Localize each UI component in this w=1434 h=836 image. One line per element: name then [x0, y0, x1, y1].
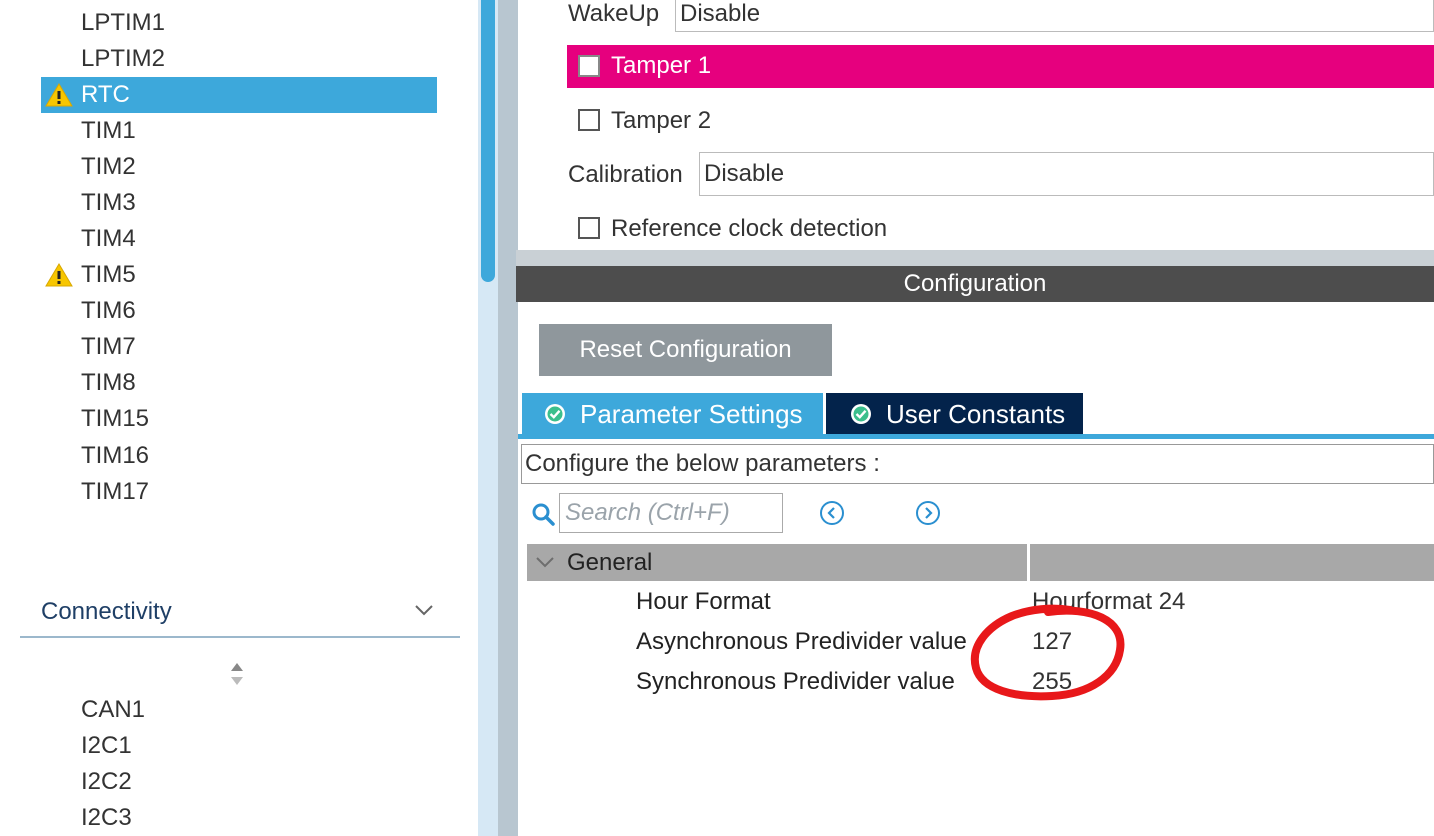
section-separator: [516, 250, 1434, 266]
tamper1-checkbox[interactable]: [578, 55, 600, 77]
tree-item-tim15[interactable]: TIM15: [41, 401, 437, 437]
tree-item-tim8[interactable]: TIM8: [41, 365, 437, 401]
connectivity-label: Connectivity: [41, 598, 172, 625]
tree-item-label: TIM3: [81, 189, 136, 216]
tree-item-label: TIM2: [81, 153, 136, 180]
param-value-async-predivider[interactable]: 127: [1032, 628, 1072, 656]
tree-item-tim6[interactable]: TIM6: [41, 293, 437, 329]
tree-item-label: TIM6: [81, 297, 136, 324]
chevron-down-icon[interactable]: [535, 554, 555, 570]
panel-splitter[interactable]: [498, 0, 518, 836]
general-group-label: General: [567, 549, 653, 576]
warning-icon: [45, 83, 73, 107]
check-circle-icon: [545, 404, 565, 424]
connectivity-category-header[interactable]: Connectivity: [20, 596, 460, 638]
tree-item-lptim2[interactable]: LPTIM2: [41, 41, 437, 77]
param-value-hour-format[interactable]: Hourformat 24: [1032, 588, 1185, 616]
tree-item-label: I2C2: [81, 768, 132, 795]
tree-item-label: LPTIM2: [81, 45, 166, 72]
tree-item-tim3[interactable]: TIM3: [41, 185, 437, 221]
tree-item-tim4[interactable]: TIM4: [41, 221, 437, 257]
tree-item-label: I2C3: [81, 804, 132, 831]
tree-item-tim7[interactable]: TIM7: [41, 329, 437, 365]
tree-item-label: TIM7: [81, 333, 136, 360]
previous-result-icon[interactable]: [819, 500, 845, 526]
configure-instructions: Configure the below parameters :: [521, 444, 1434, 484]
tamper2-label: Tamper 2: [611, 107, 712, 134]
peripheral-tree-panel: LPTIM1 LPTIM2 RTC TIM1 TIM2 TIM3 TIM4 TI…: [0, 0, 478, 836]
param-name-sync-predivider: Synchronous Predivider value: [636, 668, 955, 695]
sort-icon[interactable]: [228, 660, 246, 688]
tree-item-label: CAN1: [81, 696, 146, 723]
tree-scrollbar-thumb[interactable]: [481, 0, 495, 282]
tree-item-label: I2C1: [81, 732, 132, 759]
reference-clock-checkbox[interactable]: [578, 217, 600, 239]
general-group-value-column: [1030, 544, 1434, 581]
calibration-select[interactable]: Disable: [699, 152, 1434, 196]
tree-item-can1[interactable]: CAN1: [41, 692, 437, 728]
tamper1-label: Tamper 1: [611, 52, 712, 79]
tree-item-label: TIM8: [81, 369, 136, 396]
param-name-hour-format: Hour Format: [636, 588, 771, 615]
tree-item-label: TIM5: [81, 261, 136, 288]
check-circle-icon: [851, 404, 871, 424]
tree-item-i2c3[interactable]: I2C3: [41, 800, 437, 836]
tree-item-rtc[interactable]: RTC: [41, 77, 437, 113]
configuration-header: Configuration: [516, 266, 1434, 302]
wakeup-label: WakeUp: [568, 0, 660, 27]
tree-item-label: RTC: [81, 81, 130, 108]
tree-item-label: TIM16: [81, 442, 150, 469]
general-group-header[interactable]: General: [527, 544, 1027, 581]
next-result-icon[interactable]: [915, 500, 941, 526]
tree-item-label: TIM1: [81, 117, 136, 144]
tab-underline: [518, 434, 1434, 439]
param-value-sync-predivider[interactable]: 255: [1032, 668, 1072, 696]
tree-item-i2c2[interactable]: I2C2: [41, 764, 437, 800]
param-name-async-predivider: Asynchronous Predivider value: [636, 628, 967, 655]
search-icon[interactable]: [531, 502, 555, 526]
tree-item-label: TIM17: [81, 478, 150, 505]
reset-configuration-button[interactable]: Reset Configuration: [539, 324, 832, 376]
tree-item-lptim1[interactable]: LPTIM1: [41, 5, 437, 41]
tamper1-row[interactable]: Tamper 1: [567, 45, 1434, 88]
calibration-label: Calibration: [568, 161, 683, 188]
reference-clock-label: Reference clock detection: [611, 215, 888, 242]
tab-label: Parameter Settings: [580, 399, 803, 429]
warning-icon: [45, 263, 73, 287]
wakeup-select[interactable]: Disable: [675, 0, 1434, 32]
tree-item-label: LPTIM1: [81, 9, 166, 36]
tab-label: User Constants: [886, 399, 1066, 429]
tree-item-tim17[interactable]: TIM17: [41, 474, 437, 510]
tree-item-label: TIM4: [81, 225, 136, 252]
tree-item-tim5[interactable]: TIM5: [41, 257, 437, 293]
tree-item-label: TIM15: [81, 405, 150, 432]
search-input[interactable]: [559, 493, 783, 533]
tab-user-constants[interactable]: User Constants: [826, 393, 1083, 435]
tab-parameter-settings[interactable]: Parameter Settings: [522, 393, 823, 435]
tree-item-tim16[interactable]: TIM16: [41, 438, 437, 474]
tree-item-tim1[interactable]: TIM1: [41, 113, 437, 149]
tree-item-i2c1[interactable]: I2C1: [41, 728, 437, 764]
chevron-down-icon[interactable]: [413, 600, 435, 620]
tree-item-tim2[interactable]: TIM2: [41, 149, 437, 185]
tamper2-checkbox[interactable]: [578, 109, 600, 131]
